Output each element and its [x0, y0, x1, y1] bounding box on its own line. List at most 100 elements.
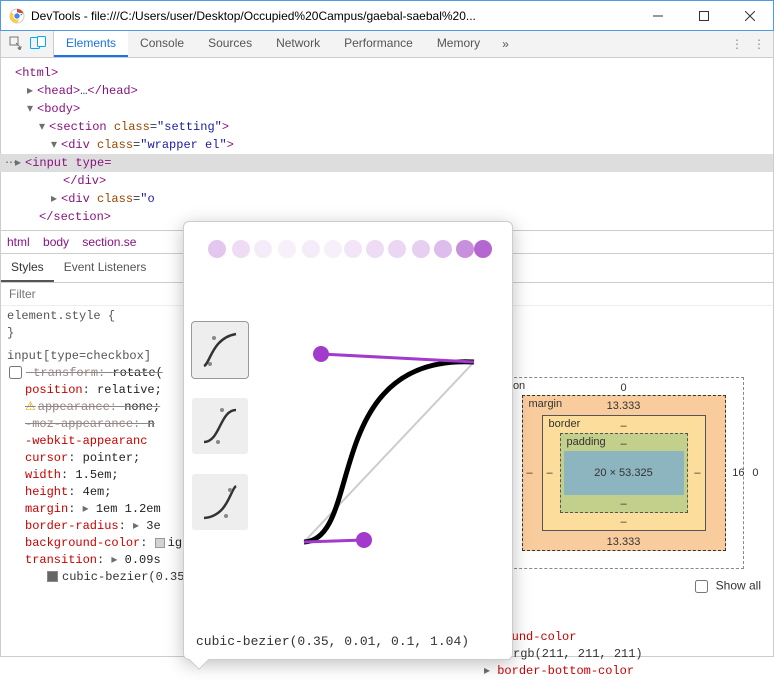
bezier-swatch-icon[interactable]: [47, 571, 58, 582]
easing-presets: [192, 322, 256, 550]
box-value: –: [561, 438, 687, 450]
prop-value[interactable]: pointer;: [83, 451, 141, 465]
box-model[interactable]: ion0 margin 13.333 13.333 16 0 – border–…: [504, 377, 744, 569]
easing-dot: [388, 240, 406, 258]
subtab-styles[interactable]: Styles: [1, 254, 54, 282]
bezier-handle-p2[interactable]: [313, 346, 329, 362]
crumb[interactable]: body: [43, 235, 69, 249]
dom-node[interactable]: section: [56, 120, 106, 134]
bezier-editor-popover[interactable]: cubic-bezier(0.35, 0.01, 0.1, 1.04): [183, 221, 513, 660]
prop-value[interactable]: n: [147, 417, 154, 431]
prop-name[interactable]: width: [25, 468, 61, 482]
prop-name[interactable]: -webkit-appearanc: [25, 434, 147, 448]
preset-ease-in-out[interactable]: [192, 398, 248, 454]
tab-performance[interactable]: Performance: [332, 31, 425, 57]
close-button[interactable]: [727, 1, 773, 31]
dom-node[interactable]: <body>: [37, 102, 80, 116]
box-value: –: [543, 420, 705, 432]
box-value: 0: [505, 382, 743, 394]
bezier-handle-p1[interactable]: [356, 532, 372, 548]
box-value: –: [561, 498, 687, 510]
warning-icon: ⚠: [25, 400, 36, 414]
easing-dot: [434, 240, 452, 258]
dom-selected-node[interactable]: ⋯▸<input type=: [0, 154, 773, 172]
chrome-icon: [9, 8, 25, 24]
tab-network[interactable]: Network: [264, 31, 332, 57]
prop-value[interactable]: rotate(: [112, 366, 162, 380]
easing-dot: [324, 240, 342, 258]
dom-node[interactable]: div: [68, 192, 90, 206]
dom-node[interactable]: <html>: [15, 66, 58, 80]
prop-name[interactable]: transition: [25, 553, 97, 567]
dom-node[interactable]: </div>: [63, 174, 106, 188]
popover-tail: [189, 650, 209, 670]
bezier-curve-editor[interactable]: [284, 312, 494, 562]
prop-value[interactable]: 1em 1.2em: [96, 502, 161, 516]
easing-dot: [474, 240, 492, 258]
prop-name[interactable]: border-radius: [25, 519, 119, 533]
easing-dot: [208, 240, 226, 258]
tab-elements[interactable]: Elements: [54, 31, 128, 57]
tabs-overflow-icon[interactable]: »: [492, 31, 519, 57]
box-value: 13.333: [523, 400, 725, 412]
settings-menu-icon[interactable]: ⋮: [753, 37, 765, 51]
show-all-toggle[interactable]: Show all: [691, 577, 761, 596]
box-value: 13.333: [523, 536, 725, 548]
preset-ease-out[interactable]: [192, 322, 248, 378]
easing-dot: [366, 240, 384, 258]
easing-dot: [302, 240, 320, 258]
easing-dot: [278, 240, 296, 258]
inspect-icon[interactable]: [5, 36, 27, 53]
tab-console[interactable]: Console: [128, 31, 196, 57]
prop-name[interactable]: -moz-appearance: [25, 417, 133, 431]
color-swatch-icon[interactable]: [155, 538, 165, 548]
computed-properties: ▸ round-color rgb(211, 211, 211) ▸ borde…: [484, 629, 763, 680]
subtab-event-listeners[interactable]: Event Listeners: [54, 254, 157, 282]
prop-name[interactable]: cursor: [25, 451, 68, 465]
prop-value[interactable]: 4em;: [83, 485, 112, 499]
easing-dot: [254, 240, 272, 258]
window-title: DevTools - file:///C:/Users/user/Desktop…: [31, 9, 635, 23]
prop-value[interactable]: none;: [124, 400, 160, 414]
crumb[interactable]: html: [7, 235, 30, 249]
dom-node[interactable]: </section>: [39, 210, 111, 224]
tab-sources[interactable]: Sources: [196, 31, 264, 57]
bezier-output: cubic-bezier(0.35, 0.01, 0.1, 1.04): [196, 634, 469, 649]
prop-value[interactable]: relative;: [97, 383, 162, 397]
box-value: 0: [752, 467, 758, 479]
easing-dot: [344, 240, 362, 258]
prop-name[interactable]: appearance: [38, 400, 110, 414]
dom-node[interactable]: div: [68, 138, 90, 152]
computed-panel: ion0 margin 13.333 13.333 16 0 – border–…: [473, 327, 773, 656]
prop-toggle[interactable]: [9, 366, 22, 379]
box-value: –: [527, 467, 533, 479]
dom-tree[interactable]: <html> ▸<head>…</head> ▾<body> ▾<section…: [1, 58, 773, 230]
device-toggle-icon[interactable]: [27, 36, 49, 53]
prop-value[interactable]: 3e: [146, 519, 160, 533]
box-content: 20 × 53.325: [564, 451, 684, 495]
window-titlebar: DevTools - file:///C:/Users/user/Desktop…: [0, 0, 774, 31]
prop-name[interactable]: position: [25, 383, 83, 397]
devtools-main: <html> ▸<head>…</head> ▾<body> ▾<section…: [0, 58, 774, 657]
prop-name[interactable]: transform: [33, 366, 98, 380]
easing-preview-dots: [184, 222, 512, 268]
prop-name[interactable]: background-color: [25, 536, 140, 550]
filter-input[interactable]: [7, 286, 167, 302]
minimize-button[interactable]: [635, 1, 681, 31]
prop-name[interactable]: margin: [25, 502, 68, 516]
box-value: 16: [732, 467, 744, 479]
gutter-dots-icon[interactable]: ⋯: [5, 154, 17, 172]
box-value: –: [543, 516, 705, 528]
dom-node[interactable]: <head>: [37, 84, 80, 98]
devtools-tabbar: Elements Console Sources Network Perform…: [0, 31, 774, 58]
prop-value[interactable]: rgb(211, 211, 211): [513, 647, 643, 661]
box-value: –: [547, 467, 553, 479]
crumb[interactable]: section.se: [82, 235, 136, 249]
prop-name[interactable]: border-bottom-color: [497, 664, 634, 678]
maximize-button[interactable]: [681, 1, 727, 31]
prop-value[interactable]: 0.09s: [125, 553, 161, 567]
prop-name[interactable]: height: [25, 485, 68, 499]
prop-value[interactable]: 1.5em;: [75, 468, 118, 482]
preset-ease-in[interactable]: [192, 474, 248, 530]
tab-memory[interactable]: Memory: [425, 31, 492, 57]
